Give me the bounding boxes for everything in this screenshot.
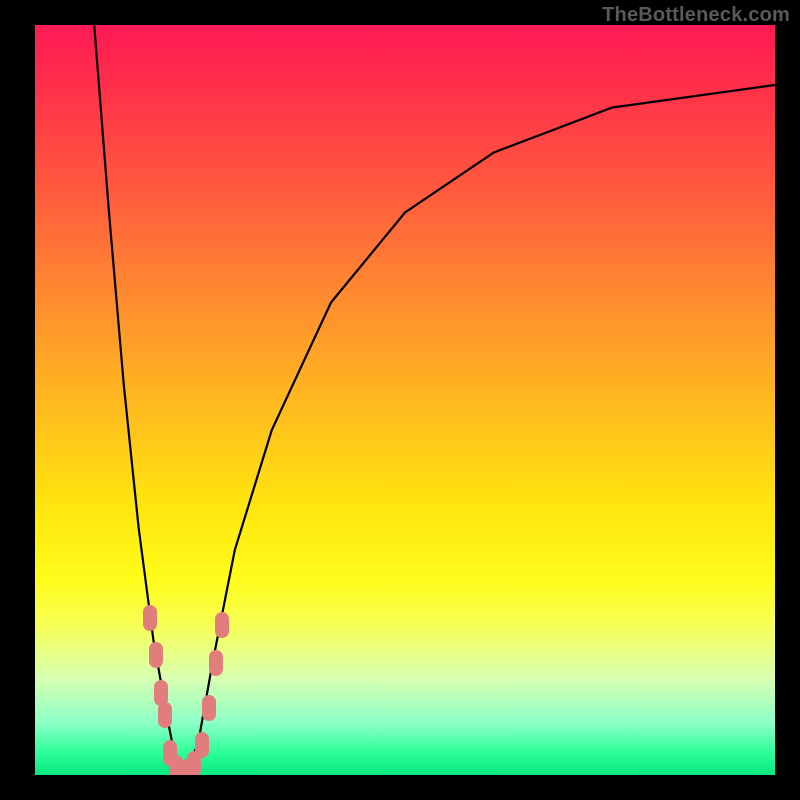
data-marker — [215, 612, 229, 638]
data-marker — [209, 650, 223, 676]
chart-frame: TheBottleneck.com — [0, 0, 800, 800]
curve-right-branch — [183, 85, 775, 775]
watermark-text: TheBottleneck.com — [602, 4, 790, 27]
data-marker — [202, 695, 216, 721]
data-marker — [158, 702, 172, 728]
data-marker — [195, 732, 209, 758]
bottleneck-curve — [35, 25, 775, 775]
plot-area — [35, 25, 775, 775]
data-marker — [143, 605, 157, 631]
data-marker — [149, 642, 163, 668]
curve-left-branch — [94, 25, 183, 775]
